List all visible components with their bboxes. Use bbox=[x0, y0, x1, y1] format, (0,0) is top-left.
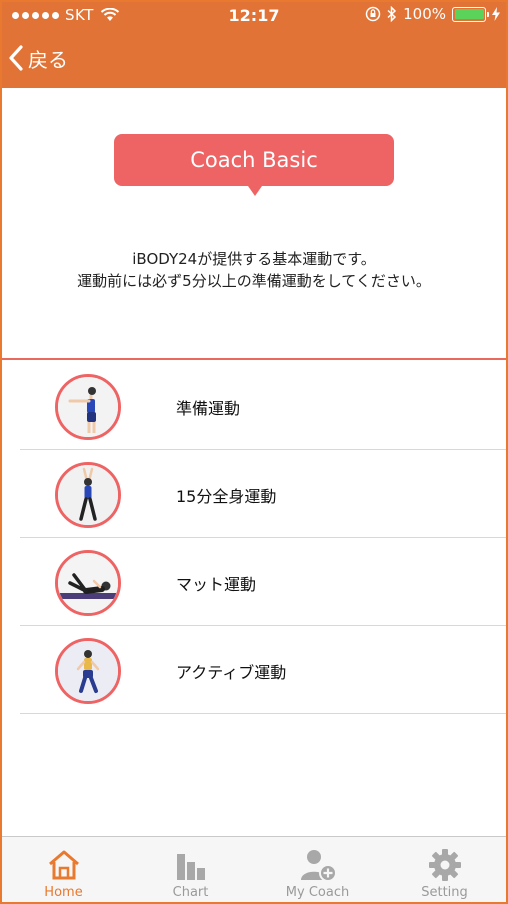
chevron-left-icon bbox=[9, 45, 23, 71]
exercise-row-mat[interactable]: マット運動 bbox=[0, 538, 508, 626]
home-icon bbox=[45, 847, 83, 883]
tab-my-coach[interactable]: My Coach bbox=[254, 837, 381, 904]
top-bar: SKT 12:17 100% 戻る bbox=[0, 0, 508, 88]
back-label: 戻る bbox=[28, 47, 68, 72]
exercise-row-warmup[interactable]: 準備運動 bbox=[0, 362, 508, 450]
exercise-thumbnail bbox=[55, 550, 121, 616]
description-line-1: iBODY24が提供する基本運動です。 bbox=[132, 250, 376, 268]
add-user-icon bbox=[299, 847, 337, 883]
status-bar: SKT 12:17 100% bbox=[0, 0, 508, 30]
exercise-thumbnail bbox=[55, 374, 121, 440]
header-divider bbox=[0, 358, 508, 360]
exercise-thumbnail bbox=[55, 462, 121, 528]
orientation-lock-icon bbox=[365, 6, 381, 22]
exercise-row-active[interactable]: アクティブ運動 bbox=[0, 626, 508, 714]
back-button[interactable]: 戻る bbox=[8, 40, 68, 76]
gear-icon bbox=[426, 847, 464, 883]
exercise-label: アクティブ運動 bbox=[176, 663, 287, 682]
tab-home[interactable]: Home bbox=[0, 837, 127, 904]
exercise-label: マット運動 bbox=[176, 575, 257, 594]
row-separator bbox=[20, 713, 508, 714]
chart-icon bbox=[172, 847, 210, 883]
tab-chart[interactable]: Chart bbox=[127, 837, 254, 904]
bluetooth-icon bbox=[387, 6, 397, 22]
exercise-row-15min[interactable]: 15分全身運動 bbox=[0, 450, 508, 538]
exercise-label: 15分全身運動 bbox=[176, 487, 277, 506]
navigation-bar: 戻る bbox=[0, 30, 508, 88]
tab-bar: Home Chart My Coach Setting bbox=[0, 836, 508, 904]
tab-label: Setting bbox=[421, 885, 468, 900]
charging-icon bbox=[492, 7, 500, 21]
description-line-2: 運動前には必ず5分以上の準備運動をしてください。 bbox=[77, 272, 431, 290]
coach-description: iBODY24が提供する基本運動です。 運動前には必ず5分以上の準備運動をしてく… bbox=[0, 248, 508, 292]
battery-icon bbox=[452, 6, 489, 22]
tab-label: Home bbox=[44, 885, 83, 900]
battery-percent: 100% bbox=[403, 5, 446, 23]
tab-label: My Coach bbox=[285, 885, 350, 900]
coach-title-badge: Coach Basic bbox=[114, 134, 394, 196]
tab-setting[interactable]: Setting bbox=[381, 837, 508, 904]
status-right: 100% bbox=[365, 5, 500, 23]
tab-label: Chart bbox=[172, 885, 209, 900]
exercise-label: 準備運動 bbox=[176, 399, 241, 418]
exercise-thumbnail bbox=[55, 638, 121, 704]
exercise-list: 準備運動 15分全身運動 マット運動 アクティブ運動 bbox=[0, 362, 508, 714]
